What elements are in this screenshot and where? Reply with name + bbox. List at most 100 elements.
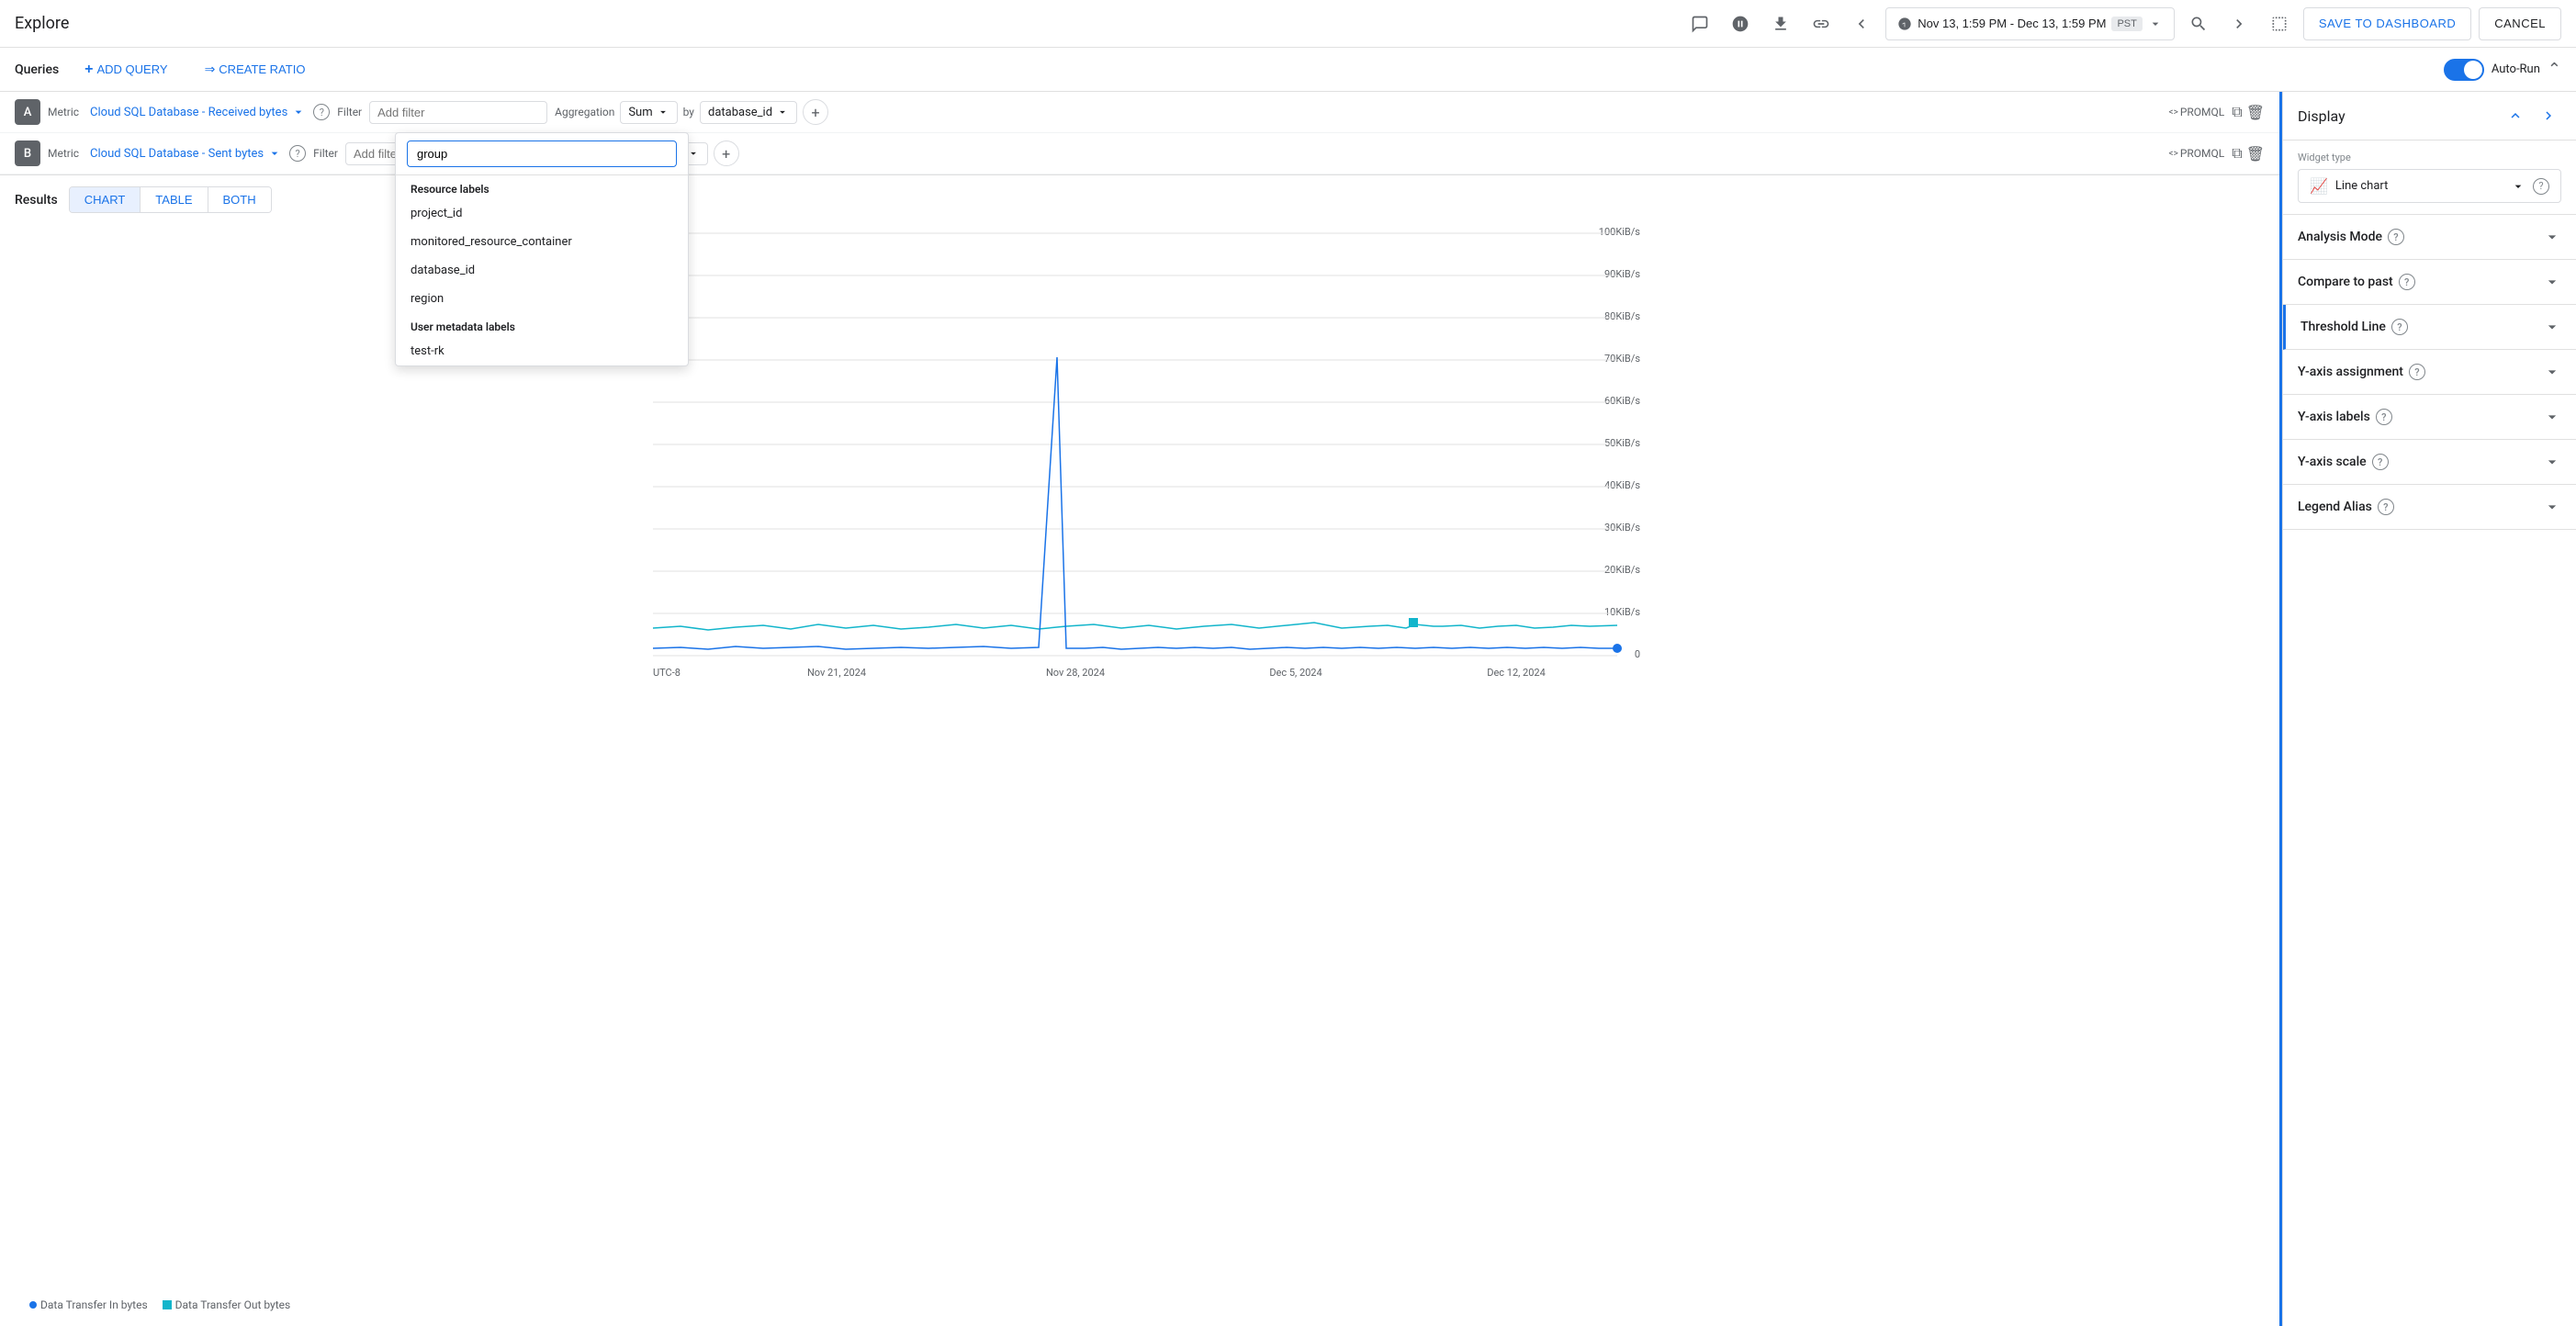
query-row-b: B Metric Cloud SQL Database - Sent bytes… [0,133,2279,174]
delete-icon-a[interactable]: 🗑 [2246,104,2265,121]
legend-square-out [163,1300,172,1309]
promql-btn-a[interactable]: <> PROMQL [2165,104,2229,120]
dropdown-item-test-rk[interactable]: test-rk [396,337,688,365]
metric-dropdown-a[interactable]: Cloud SQL Database - Received bytes [90,105,306,119]
svg-text:80KiB/s: 80KiB/s [1604,310,1640,322]
dropdown-item-region[interactable]: region [396,285,688,313]
metric-value-a: Cloud SQL Database - Received bytes [90,106,287,119]
group-by-select-a[interactable]: database_id [700,101,797,124]
filter-input-a[interactable] [377,106,539,119]
metric-dropdown-b[interactable]: Cloud SQL Database - Sent bytes [90,146,282,161]
add-filter-btn-b[interactable]: + [714,140,739,166]
user-metadata-header: User metadata labels [396,313,688,337]
accordion-y-axis-assignment[interactable]: Y-axis assignment ? [2283,350,2576,395]
top-bar-right: Nov 13, 1:59 PM - Dec 13, 1:59 PM PST SA… [1683,7,2561,40]
right-panel: Display Widget type 📈 Line chart ? [2282,92,2576,1326]
cancel-btn[interactable]: CANCEL [2479,7,2561,40]
back-btn[interactable] [1845,7,1878,40]
metric-help-a[interactable]: ? [313,104,330,120]
y-axis-assignment-help[interactable]: ? [2409,364,2425,380]
query-actions-a: <> PROMQL ⧉ 🗑 [2165,103,2265,121]
chart-wrapper: 100KiB/s 90KiB/s 80KiB/s 70KiB/s 60KiB/s… [0,224,2279,1326]
accordion-y-axis-labels[interactable]: Y-axis labels ? [2283,395,2576,440]
promql-btn-b[interactable]: <> PROMQL [2165,145,2229,162]
main-content: A Metric Cloud SQL Database - Received b… [0,92,2576,1326]
display-expand-btn[interactable] [2536,103,2561,129]
results-header: Results CHART TABLE BOTH [0,175,2279,224]
legend-dot-in [29,1301,37,1309]
svg-text:90KiB/s: 90KiB/s [1604,268,1640,280]
queries-bar: Queries + ADD QUERY ⇒ CREATE RATIO Auto-… [0,48,2576,92]
auto-run-toggle[interactable] [2444,59,2484,81]
add-query-btn[interactable]: + ADD QUERY [73,56,178,84]
widget-type-label: Widget type [2298,152,2561,163]
both-tab[interactable]: BOTH [208,187,271,212]
app-title: Explore [15,14,69,33]
chart-tab[interactable]: CHART [70,187,141,212]
search-btn[interactable] [2182,7,2215,40]
analysis-mode-help[interactable]: ? [2388,229,2404,245]
add-filter-btn-a[interactable]: + [803,99,828,125]
legend-label-in: Data Transfer In bytes [40,1298,148,1311]
accordion-legend-alias[interactable]: Legend Alias ? [2283,485,2576,530]
svg-text:70KiB/s: 70KiB/s [1604,353,1640,365]
svg-text:60KiB/s: 60KiB/s [1604,395,1640,407]
results-title: Results [15,193,58,208]
table-tab[interactable]: TABLE [141,187,208,212]
y-axis-labels-help[interactable]: ? [2376,409,2392,425]
query-label-a: A [15,99,40,125]
left-panel: A Metric Cloud SQL Database - Received b… [0,92,2279,1326]
resource-labels-header: Resource labels [396,175,688,199]
y-axis-scale-help[interactable]: ? [2372,454,2389,470]
queries-title: Queries [15,62,59,77]
layout-btn[interactable] [2263,7,2296,40]
svg-text:50KiB/s: 50KiB/s [1604,437,1640,449]
copy-icon-a[interactable]: ⧉ [2232,103,2242,121]
dropdown-search-input[interactable] [407,140,677,167]
download-icon-btn[interactable] [1764,7,1797,40]
compare-to-past-help[interactable]: ? [2399,274,2415,290]
dropdown-item-monitored[interactable]: monitored_resource_container [396,228,688,256]
auto-run-label: Auto-Run [2492,62,2540,76]
time-range-btn[interactable]: Nov 13, 1:59 PM - Dec 13, 1:59 PM PST [1885,7,2175,40]
filter-container-a[interactable] [369,101,547,124]
accordion-threshold-line[interactable]: Threshold Line ? [2283,305,2576,350]
display-header: Display [2283,92,2576,140]
dropdown-item-database-id[interactable]: database_id [396,256,688,285]
comment-icon-btn[interactable] [1683,7,1716,40]
query-actions-b: <> PROMQL ⧉ 🗑 [2165,144,2265,163]
accordion-compare-to-past[interactable]: Compare to past ? [2283,260,2576,305]
query-row-a: A Metric Cloud SQL Database - Received b… [0,92,2279,133]
widget-type-select[interactable]: 📈 Line chart ? [2298,169,2561,203]
auto-run-container: Auto-Run ⌃ [2444,59,2561,81]
legend-label-out: Data Transfer Out bytes [175,1298,291,1311]
widget-type-section: Widget type 📈 Line chart ? [2283,140,2576,215]
widget-type-help[interactable]: ? [2533,178,2549,195]
svg-text:Dec 12, 2024: Dec 12, 2024 [1487,667,1546,679]
accordion-y-axis-scale[interactable]: Y-axis scale ? [2283,440,2576,485]
aggregation-select-a[interactable]: Sum [620,101,677,124]
legend-item-out: Data Transfer Out bytes [163,1298,291,1311]
aggregation-container-a: Aggregation Sum by database_id + [555,99,828,125]
bookmark-icon-btn[interactable] [1724,7,1757,40]
link-icon-btn[interactable] [1805,7,1838,40]
metric-help-b[interactable]: ? [289,145,306,162]
accordion-analysis-mode[interactable]: Analysis Mode ? [2283,215,2576,260]
query-label-b: B [15,140,40,166]
display-sort-btn[interactable] [2503,103,2528,129]
create-ratio-btn[interactable]: ⇒ CREATE RATIO [194,56,317,83]
metric-label-b: Metric [48,147,79,160]
svg-text:Nov 28, 2024: Nov 28, 2024 [1046,667,1105,679]
legend-alias-help[interactable]: ? [2378,499,2394,515]
display-header-actions [2503,103,2561,129]
threshold-line-label: Threshold Line [2300,320,2386,334]
forward-btn[interactable] [2222,7,2255,40]
save-to-dashboard-btn[interactable]: SAVE TO DASHBOARD [2303,7,2471,40]
chart-svg: 100KiB/s 90KiB/s 80KiB/s 70KiB/s 60KiB/s… [15,224,2265,683]
collapse-btn[interactable]: ⌃ [2548,60,2561,79]
svg-text:0: 0 [1635,648,1640,660]
dropdown-item-project-id[interactable]: project_id [396,199,688,228]
delete-icon-b[interactable]: 🗑 [2246,145,2265,163]
threshold-line-help[interactable]: ? [2391,319,2408,335]
copy-icon-b[interactable]: ⧉ [2232,144,2242,163]
